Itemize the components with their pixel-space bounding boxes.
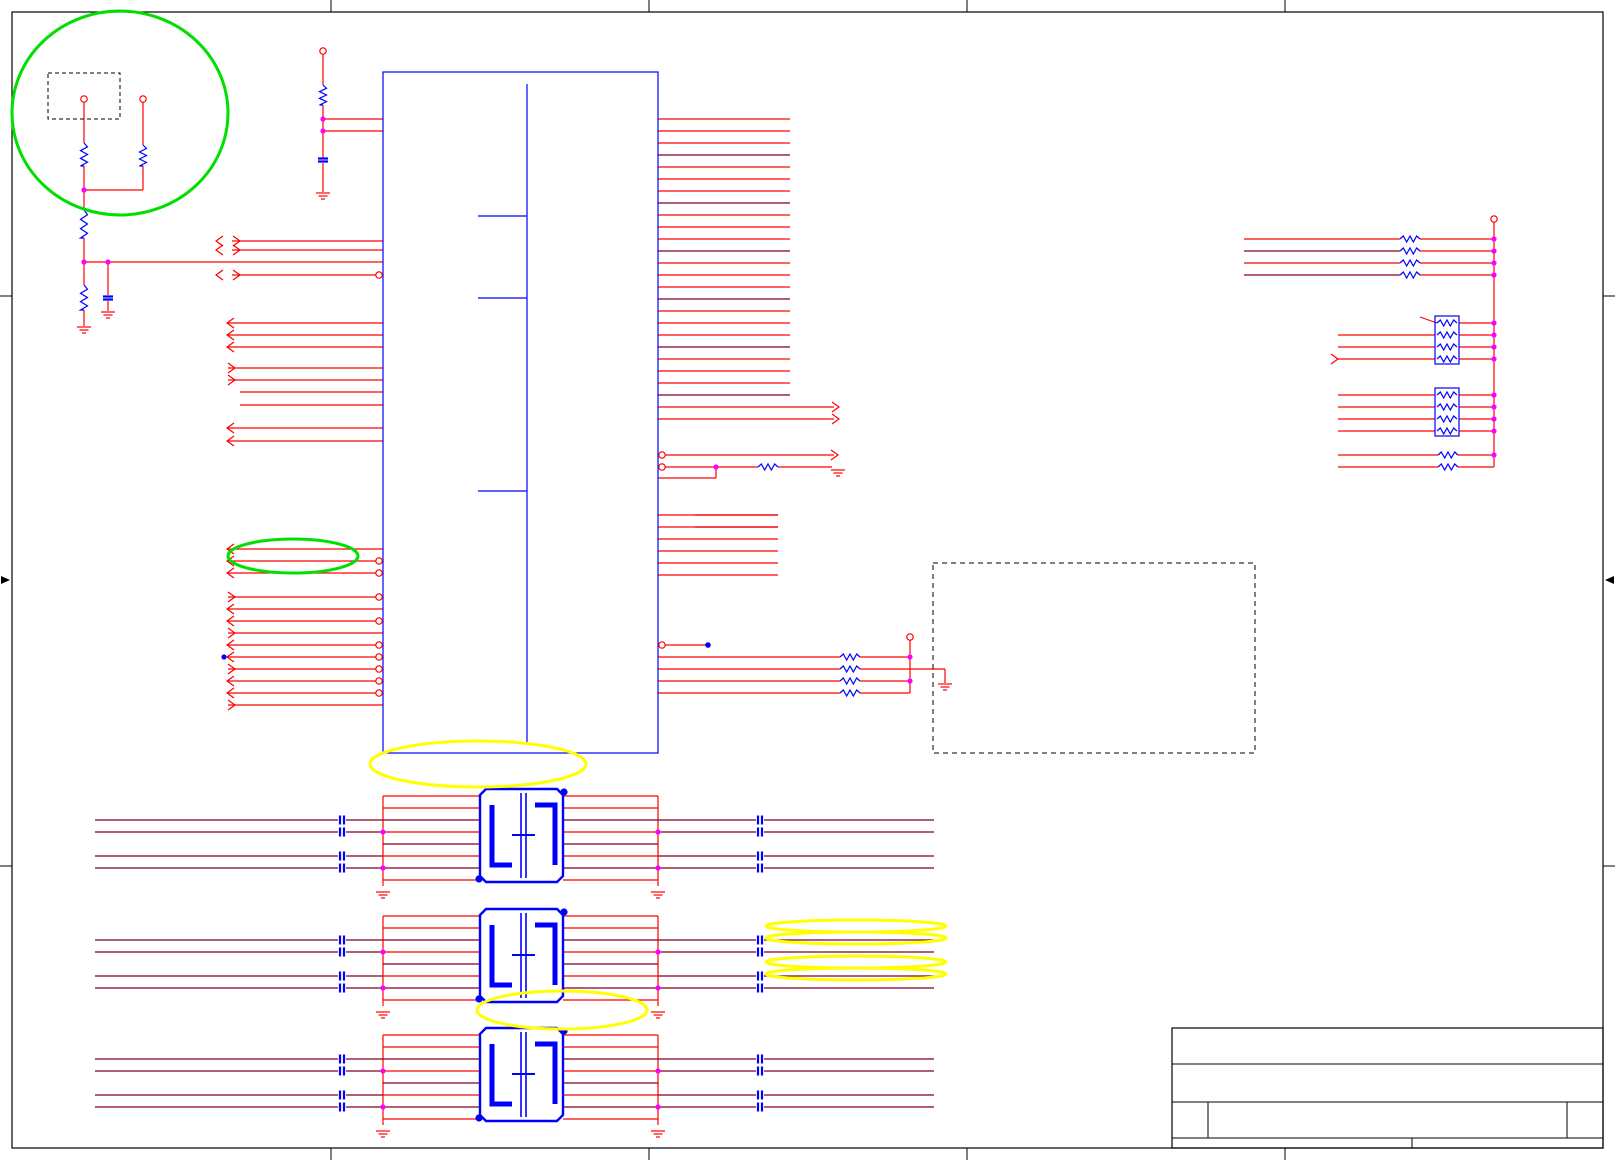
junction-dot — [81, 259, 87, 265]
pin-terminal — [375, 569, 383, 577]
pin-terminal — [375, 557, 383, 565]
junction-dot — [380, 865, 386, 871]
junction-dot — [655, 1068, 661, 1074]
junction-dot — [1491, 260, 1497, 266]
pin-terminal — [375, 653, 383, 661]
schematic-sheet — [0, 0, 1615, 1160]
junction-dot — [1491, 320, 1497, 326]
pin-terminal — [319, 47, 327, 55]
junction-dot — [655, 1104, 661, 1110]
junction-dot — [380, 985, 386, 991]
node-dot — [475, 995, 483, 1003]
pin-terminal — [80, 95, 88, 103]
junction-dot — [1491, 236, 1497, 242]
node-dot — [221, 654, 227, 660]
junction-dot — [380, 1104, 386, 1110]
junction-dot — [713, 464, 719, 470]
junction-dot — [907, 654, 913, 660]
pin-terminal — [375, 271, 383, 279]
junction-dot — [1491, 356, 1497, 362]
junction-dot — [655, 985, 661, 991]
junction-dot — [1491, 344, 1497, 350]
junction-dot — [105, 259, 111, 265]
junction-dot — [1491, 332, 1497, 338]
junction-dot — [655, 949, 661, 955]
junction-dot — [1491, 248, 1497, 254]
junction-dot — [320, 128, 326, 134]
node-dot — [705, 642, 711, 648]
junction-dot — [1491, 452, 1497, 458]
junction-dot — [380, 829, 386, 835]
pin-terminal — [375, 689, 383, 697]
junction-dot — [655, 829, 661, 835]
pin-terminal — [658, 641, 666, 649]
node-dot — [475, 875, 483, 883]
pin-terminal — [375, 617, 383, 625]
pin-terminal — [1490, 215, 1498, 223]
node-dot — [560, 908, 568, 916]
pin-terminal — [139, 95, 147, 103]
junction-dot — [1491, 392, 1497, 398]
junction-dot — [380, 949, 386, 955]
pin-terminal — [906, 633, 914, 641]
node-dot — [475, 1114, 483, 1122]
junction-dot — [1491, 272, 1497, 278]
pin-terminal — [375, 677, 383, 685]
junction-dot — [380, 1068, 386, 1074]
junction-dot — [907, 678, 913, 684]
pin-terminal — [658, 451, 666, 459]
junction-dot — [655, 865, 661, 871]
pin-terminal — [375, 665, 383, 673]
junction-dot — [1491, 404, 1497, 410]
pin-terminal — [375, 593, 383, 601]
junction-dot — [1491, 428, 1497, 434]
junction-dot — [81, 187, 87, 193]
node-dot — [560, 788, 568, 796]
junction-dot — [1491, 416, 1497, 422]
pin-terminal — [658, 463, 666, 471]
pin-terminal — [375, 641, 383, 649]
junction-dot — [320, 116, 326, 122]
